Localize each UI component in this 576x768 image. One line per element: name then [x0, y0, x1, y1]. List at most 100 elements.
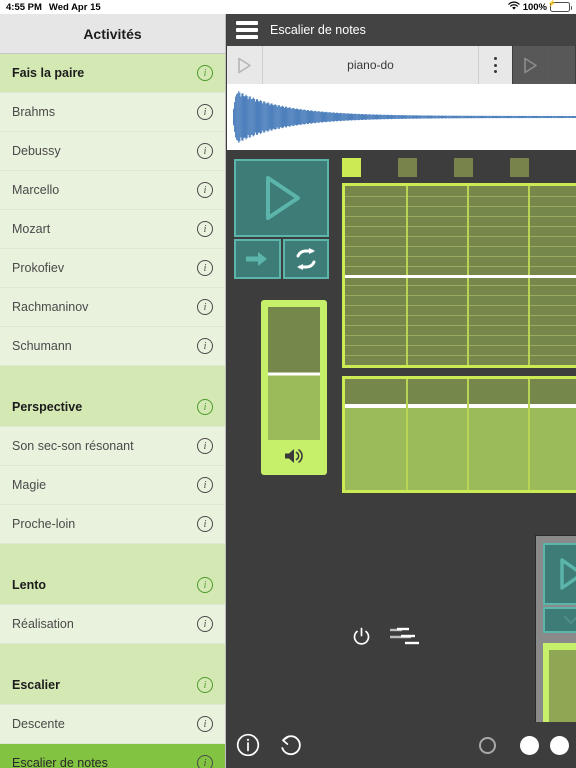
swatch-3[interactable]: [454, 158, 473, 177]
info-icon[interactable]: i: [197, 338, 213, 354]
sidebar-item-escalier-de-notes[interactable]: Escalier de notes i: [0, 744, 225, 768]
main-header: Escalier de notes: [227, 14, 576, 46]
sidebar-item-schumann[interactable]: Schumann i: [0, 327, 225, 366]
power-icon[interactable]: [352, 627, 371, 651]
grid-row-line: [345, 225, 576, 227]
play-icon[interactable]: [227, 46, 263, 84]
sidebar-item-label: Mozart: [12, 222, 51, 236]
info-icon[interactable]: i: [197, 616, 213, 632]
info-icon[interactable]: i: [197, 577, 213, 593]
info-icon[interactable]: i: [197, 399, 213, 415]
record-outline-button[interactable]: [466, 736, 508, 754]
track-row-next[interactable]: [513, 46, 576, 84]
battery-charging-icon: ⚡: [548, 1, 572, 12]
more-options-icon[interactable]: [478, 46, 512, 84]
sidebar-item-r-alisation[interactable]: Réalisation i: [0, 605, 225, 644]
sidebar-spacer: [0, 544, 225, 566]
note-grid-secondary[interactable]: [342, 376, 576, 493]
sidebar-item-debussy[interactable]: Debussy i: [0, 132, 225, 171]
sidebar-item-descente[interactable]: Descente i: [0, 705, 225, 744]
track-row[interactable]: piano-do: [227, 46, 513, 84]
sidebar-item-son-sec-son-r-sonant[interactable]: Son sec-son résonant i: [0, 427, 225, 466]
grid-row-line: [345, 335, 576, 337]
workspace-footer-icons: [352, 625, 421, 652]
sidebar-item-rachmaninov[interactable]: Rachmaninov i: [0, 288, 225, 327]
info-button[interactable]: [227, 733, 269, 757]
volume-track[interactable]: [268, 307, 320, 440]
sidebar-item-label: Rachmaninov: [12, 300, 89, 314]
sidebar-item-label: Fais la paire: [12, 66, 85, 80]
grid-row-line: [345, 285, 576, 287]
sidebar-item-label: Réalisation: [12, 617, 74, 631]
info-icon[interactable]: i: [197, 755, 213, 768]
info-icon[interactable]: i: [197, 221, 213, 237]
swatch-2[interactable]: [398, 158, 417, 177]
sidebar-title: Activités: [0, 14, 225, 54]
sidebar-item-mozart[interactable]: Mozart i: [0, 210, 225, 249]
swatch-4[interactable]: [510, 158, 529, 177]
sidebar-item-magie[interactable]: Magie i: [0, 466, 225, 505]
grid-row-line: [345, 245, 576, 247]
volume-slider[interactable]: [261, 300, 327, 475]
sidebar-item-label: Escalier de notes: [12, 756, 108, 768]
volume-upper: [549, 650, 576, 725]
sidebar-spacer: [0, 366, 225, 388]
loop-icon[interactable]: [282, 239, 329, 279]
info-icon[interactable]: i: [197, 438, 213, 454]
info-icon[interactable]: i: [197, 299, 213, 315]
sidebar-item-prokofiev[interactable]: Prokofiev i: [0, 249, 225, 288]
equalizer-sliders-icon[interactable]: [389, 625, 421, 652]
play-icon[interactable]: [513, 46, 549, 84]
grid2-cursor: [345, 404, 576, 408]
sidebar: Activités Fais la paire i Brahms i Debussy i M…: [0, 14, 226, 768]
play-button[interactable]: [543, 543, 576, 605]
status-bar: 4:55 PM Wed Apr 15 100% ⚡: [0, 0, 576, 14]
info-icon[interactable]: i: [197, 143, 213, 159]
grid-cursor: [345, 274, 576, 278]
wifi-icon: [507, 1, 520, 14]
status-time: 4:55 PM: [6, 1, 42, 13]
sidebar-item-label: Perspective: [12, 400, 83, 414]
sidebar-item-perspective[interactable]: Perspective i: [0, 388, 225, 427]
info-icon[interactable]: i: [197, 182, 213, 198]
sidebar-item-brahms[interactable]: Brahms i: [0, 93, 225, 132]
sidebar-item-fais-la-paire[interactable]: Fais la paire i: [0, 54, 225, 93]
chevron-down-icon[interactable]: [543, 607, 576, 633]
volume-thumb[interactable]: [268, 372, 320, 375]
play-button[interactable]: [234, 159, 329, 237]
info-icon[interactable]: i: [197, 716, 213, 732]
info-icon[interactable]: i: [197, 65, 213, 81]
info-icon[interactable]: i: [197, 477, 213, 493]
status-bar-left: 4:55 PM Wed Apr 15: [0, 2, 101, 13]
info-icon[interactable]: i: [197, 677, 213, 693]
grid-column-line: [467, 379, 469, 490]
page-title: Escalier de notes: [270, 23, 366, 37]
undo-button[interactable]: [269, 733, 311, 757]
circle-outline-icon: [478, 736, 496, 754]
arrow-right-icon[interactable]: [234, 239, 281, 279]
sidebar-item-label: Debussy: [12, 144, 61, 158]
sidebar-item-label: Proche-loin: [12, 517, 76, 531]
grid-row-line: [345, 205, 576, 207]
sidebar-item-lento[interactable]: Lento i: [0, 566, 225, 605]
record-partial-button[interactable]: [550, 735, 576, 755]
grid-row-line: [345, 295, 576, 297]
sidebar-item-marcello[interactable]: Marcello i: [0, 171, 225, 210]
bottom-toolbar: [227, 722, 576, 768]
grid-row-line: [345, 325, 576, 327]
record-filled-button[interactable]: [508, 735, 550, 755]
hamburger-menu-icon[interactable]: [236, 21, 258, 39]
swatch-1[interactable]: [342, 158, 361, 177]
info-icon[interactable]: i: [197, 516, 213, 532]
sidebar-item-proche-loin[interactable]: Proche-loin i: [0, 505, 225, 544]
note-grid[interactable]: [342, 183, 576, 368]
circle-filled-icon: [550, 735, 569, 755]
info-icon[interactable]: i: [197, 260, 213, 276]
info-icon[interactable]: i: [197, 104, 213, 120]
sidebar-item-escalier[interactable]: Escalier i: [0, 666, 225, 705]
waveform-display[interactable]: [227, 84, 576, 150]
workspace: [227, 150, 576, 768]
volume-lower: [268, 373, 320, 440]
speaker-volume-icon[interactable]: [268, 440, 320, 472]
sidebar-item-label: Brahms: [12, 105, 56, 119]
